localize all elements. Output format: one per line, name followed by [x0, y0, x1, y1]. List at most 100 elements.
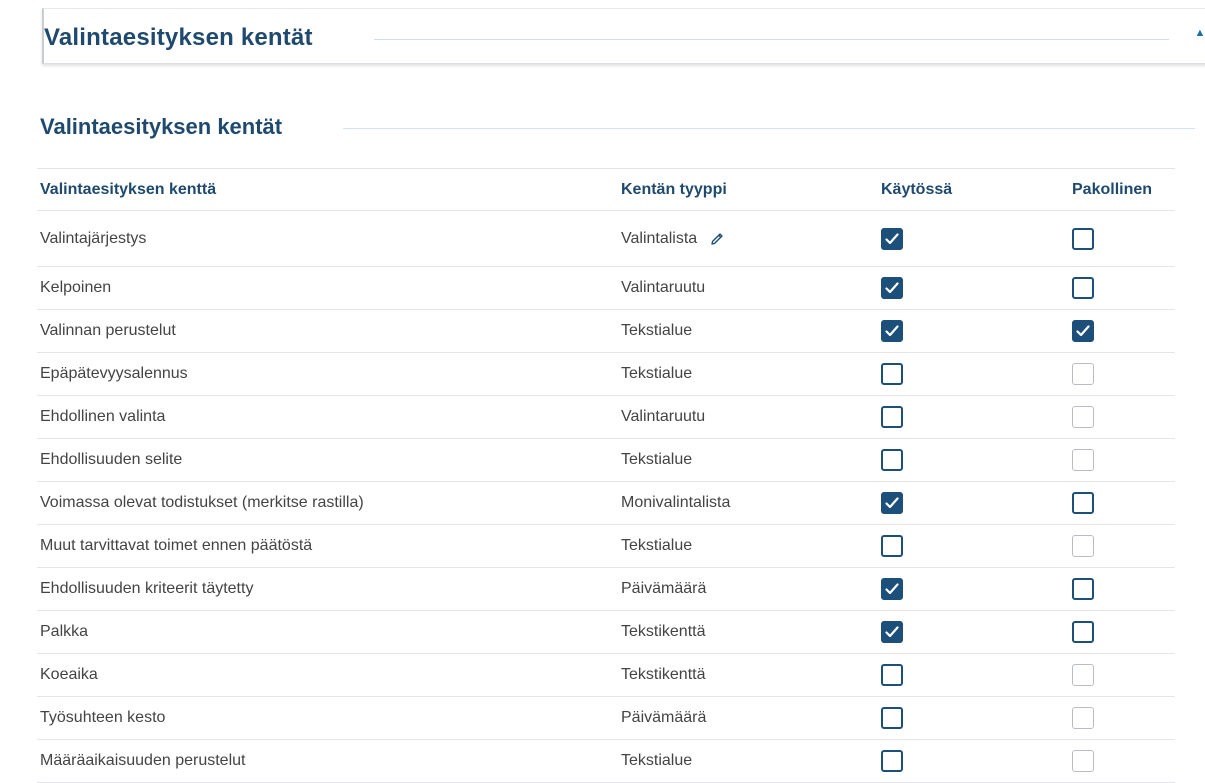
- table-row: Valintajärjestys Valintalista: [37, 211, 1175, 267]
- required-cell: [1072, 568, 1094, 610]
- required-checkbox[interactable]: [1072, 492, 1094, 514]
- enabled-cell: [881, 353, 903, 395]
- enabled-cell: [881, 568, 903, 610]
- table-row: Työsuhteen kesto Päivämäärä: [37, 697, 1175, 740]
- required-cell: [1072, 310, 1094, 352]
- panel-title: Valintaesityksen kentät: [44, 24, 313, 51]
- pencil-icon[interactable]: [709, 231, 725, 247]
- table-row: Ehdollisuuden kriteerit täytetty Päivämää…: [37, 568, 1175, 611]
- required-cell: [1072, 482, 1094, 524]
- required-cell: [1072, 697, 1094, 739]
- table-row: Ehdollisuuden selite Tekstialue: [37, 439, 1175, 482]
- field-type-cell: Tekstialue: [621, 525, 692, 567]
- field-type: Monivalintalista: [621, 494, 731, 511]
- field-type-cell: Tekstialue: [621, 740, 692, 782]
- table-row: Epäpätevyysalennus Tekstialue: [37, 353, 1175, 396]
- field-name: Työsuhteen kesto: [40, 709, 166, 726]
- table-row: Määräaikaisuuden perustelut Tekstialue: [37, 740, 1175, 783]
- field-name: Ehdollisuuden kriteerit täytetty: [40, 580, 254, 597]
- field-type: Tekstialue: [621, 365, 693, 382]
- field-name: Ehdollinen valinta: [40, 408, 166, 425]
- table-row: Koeaika Tekstikenttä: [37, 654, 1175, 697]
- required-cell: [1072, 211, 1094, 266]
- required-checkbox: [1072, 363, 1094, 385]
- field-type-cell: Päivämäärä: [621, 568, 706, 610]
- table-row: Palkka Tekstikenttä: [37, 611, 1175, 654]
- field-type: Tekstialue: [621, 537, 693, 554]
- field-type-cell: Tekstikenttä: [621, 654, 705, 696]
- required-checkbox: [1072, 664, 1094, 686]
- field-name: Määräaikaisuuden perustelut: [40, 752, 246, 769]
- table-row: Kelpoinen Valintaruutu: [37, 267, 1175, 310]
- required-checkbox[interactable]: [1072, 621, 1094, 643]
- enabled-checkbox[interactable]: [881, 707, 903, 729]
- required-cell: [1072, 611, 1094, 653]
- enabled-cell: [881, 697, 903, 739]
- enabled-cell: [881, 310, 903, 352]
- enabled-checkbox[interactable]: [881, 750, 903, 772]
- header-type: Kentän tyyppi: [621, 180, 727, 198]
- required-checkbox[interactable]: [1072, 578, 1094, 600]
- field-type-cell: Tekstikenttä: [621, 611, 705, 653]
- enabled-checkbox[interactable]: [881, 449, 903, 471]
- table-row: Valinnan perustelut Tekstialue: [37, 310, 1175, 353]
- field-type-cell: Valintalista: [621, 211, 725, 266]
- required-cell: [1072, 267, 1094, 309]
- field-type: Valintaruutu: [621, 279, 706, 296]
- field-type: Tekstialue: [621, 752, 693, 769]
- field-name: Koeaika: [40, 666, 98, 683]
- required-checkbox[interactable]: [1072, 320, 1094, 342]
- header-required: Pakollinen: [1072, 180, 1153, 198]
- enabled-checkbox[interactable]: [881, 535, 903, 557]
- header-field: Valintaesityksen kenttä: [40, 180, 217, 198]
- enabled-checkbox[interactable]: [881, 406, 903, 428]
- field-type-cell: Valintaruutu: [621, 267, 705, 309]
- enabled-cell: [881, 396, 903, 438]
- enabled-checkbox[interactable]: [881, 578, 903, 600]
- enabled-cell: [881, 525, 903, 567]
- field-name: Ehdollisuuden selite: [40, 451, 183, 468]
- enabled-checkbox[interactable]: [881, 363, 903, 385]
- field-type-cell: Tekstialue: [621, 310, 692, 352]
- enabled-checkbox[interactable]: [881, 277, 903, 299]
- required-checkbox[interactable]: [1072, 227, 1094, 250]
- enabled-checkbox[interactable]: [881, 320, 903, 342]
- collapsible-panel-header[interactable]: Valintaesityksen kentät ▲: [42, 8, 1205, 64]
- enabled-cell: [881, 211, 903, 266]
- field-type-cell: Päivämäärä: [621, 697, 706, 739]
- enabled-cell: [881, 740, 903, 782]
- field-type-cell: Valintaruutu: [621, 396, 705, 438]
- field-name: Muut tarvittavat toimet ennen päätöstä: [40, 537, 313, 554]
- panel-divider: [374, 39, 1169, 40]
- required-cell: [1072, 439, 1094, 481]
- required-cell: [1072, 353, 1094, 395]
- enabled-checkbox[interactable]: [881, 227, 903, 250]
- enabled-cell: [881, 267, 903, 309]
- field-name: Kelpoinen: [40, 279, 112, 296]
- required-checkbox[interactable]: [1072, 277, 1094, 299]
- section-title: Valintaesityksen kentät: [40, 114, 283, 139]
- enabled-checkbox[interactable]: [881, 664, 903, 686]
- field-type: Päivämäärä: [621, 709, 707, 726]
- field-type: Tekstikenttä: [621, 666, 706, 683]
- field-type-cell: Tekstialue: [621, 439, 692, 481]
- required-checkbox: [1072, 750, 1094, 772]
- field-type: Valintalista: [621, 229, 698, 247]
- field-type-cell: Tekstialue: [621, 353, 692, 395]
- enabled-checkbox[interactable]: [881, 492, 903, 514]
- field-name: Palkka: [40, 623, 89, 640]
- chevron-up-icon[interactable]: ▲: [1190, 23, 1205, 43]
- field-type: Tekstialue: [621, 322, 693, 339]
- required-cell: [1072, 525, 1094, 567]
- enabled-cell: [881, 439, 903, 481]
- field-name: Voimassa olevat todistukset (merkitse ra…: [40, 494, 364, 511]
- fields-table: Valintaesityksen kenttä Kentän tyyppi Kä…: [37, 168, 1175, 783]
- enabled-cell: [881, 611, 903, 653]
- table-row: Voimassa olevat todistukset (merkitse ra…: [37, 482, 1175, 525]
- enabled-cell: [881, 654, 903, 696]
- table-row: Ehdollinen valinta Valintaruutu: [37, 396, 1175, 439]
- field-name: Valintajärjestys: [40, 229, 147, 247]
- enabled-checkbox[interactable]: [881, 621, 903, 643]
- required-cell: [1072, 396, 1094, 438]
- required-checkbox: [1072, 406, 1094, 428]
